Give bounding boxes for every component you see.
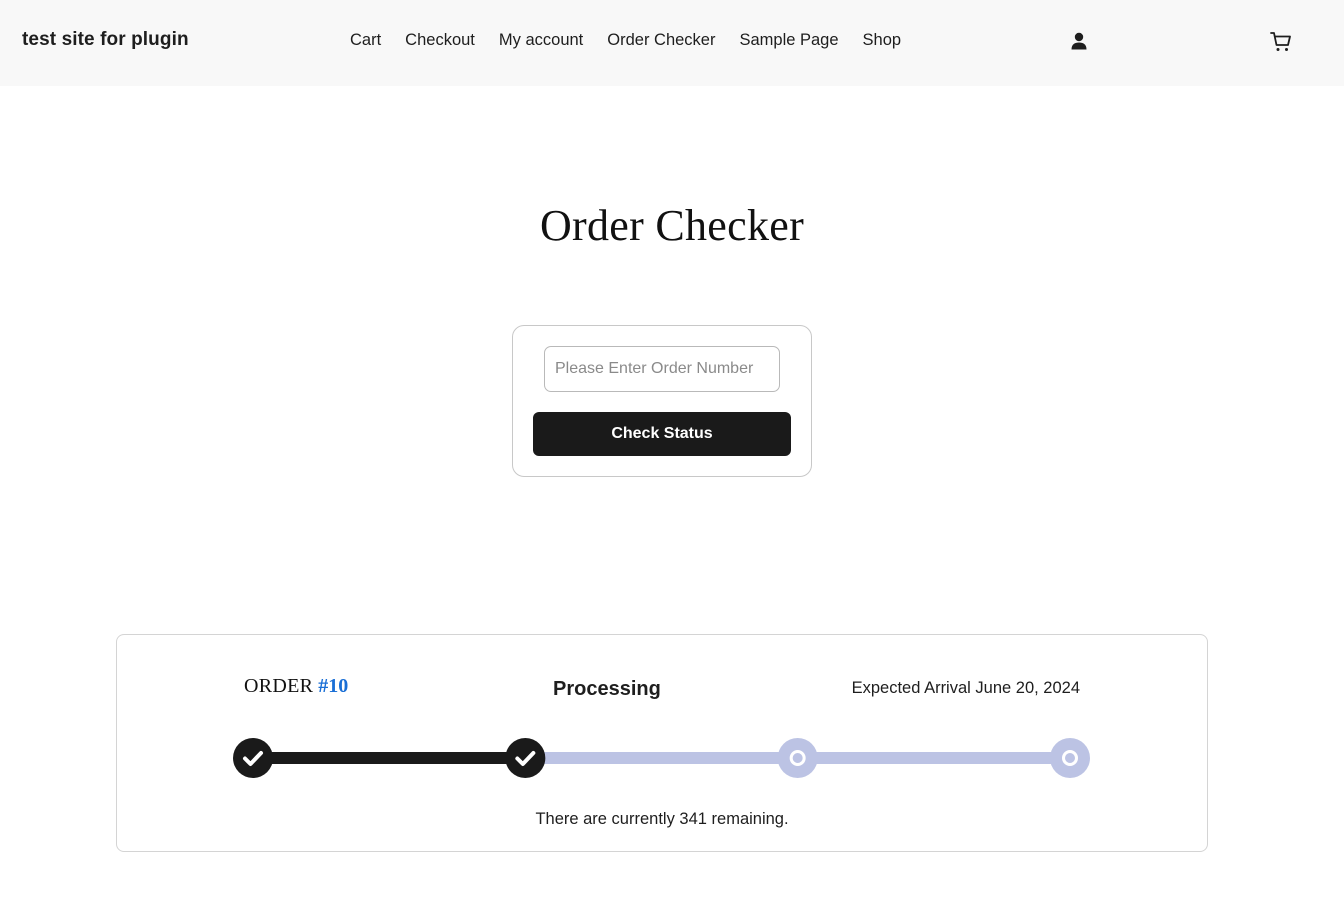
site-title[interactable]: test site for plugin bbox=[22, 29, 189, 51]
check-status-button[interactable]: Check Status bbox=[533, 412, 791, 456]
order-word: ORDER bbox=[244, 675, 314, 697]
site-header: test site for plugin Cart Checkout My ac… bbox=[0, 0, 1344, 86]
order-number: #10 bbox=[318, 675, 349, 697]
remaining-count: There are currently 341 remaining. bbox=[535, 810, 789, 828]
progress-step-complete bbox=[505, 738, 546, 778]
page-title: Order Checker bbox=[539, 201, 805, 250]
nav-item-cart[interactable]: Cart bbox=[350, 31, 381, 50]
order-number-input[interactable] bbox=[544, 346, 780, 392]
progress-tracker bbox=[233, 738, 1090, 778]
progress-step-pending bbox=[1050, 738, 1090, 778]
nav-item-my-account[interactable]: My account bbox=[499, 31, 583, 50]
order-label: ORDER #10 bbox=[244, 675, 348, 698]
nav-item-shop[interactable]: Shop bbox=[863, 31, 902, 50]
nav-item-checkout[interactable]: Checkout bbox=[405, 31, 475, 50]
status-label: Processing bbox=[553, 678, 661, 700]
nav-item-order-checker[interactable]: Order Checker bbox=[607, 31, 715, 50]
main-nav: Cart Checkout My account Order Checker S… bbox=[350, 31, 901, 50]
order-check-form: Check Status bbox=[512, 325, 812, 477]
nav-item-sample-page[interactable]: Sample Page bbox=[739, 31, 838, 50]
progress-step-pending bbox=[777, 738, 818, 778]
progress-step-complete bbox=[233, 738, 273, 778]
account-icon[interactable] bbox=[1069, 31, 1089, 51]
order-status-card: ORDER #10 Processing Expected Arrival Ju… bbox=[116, 634, 1208, 852]
expected-arrival: Expected Arrival June 20, 2024 bbox=[851, 679, 1080, 697]
cart-icon[interactable] bbox=[1269, 30, 1293, 54]
